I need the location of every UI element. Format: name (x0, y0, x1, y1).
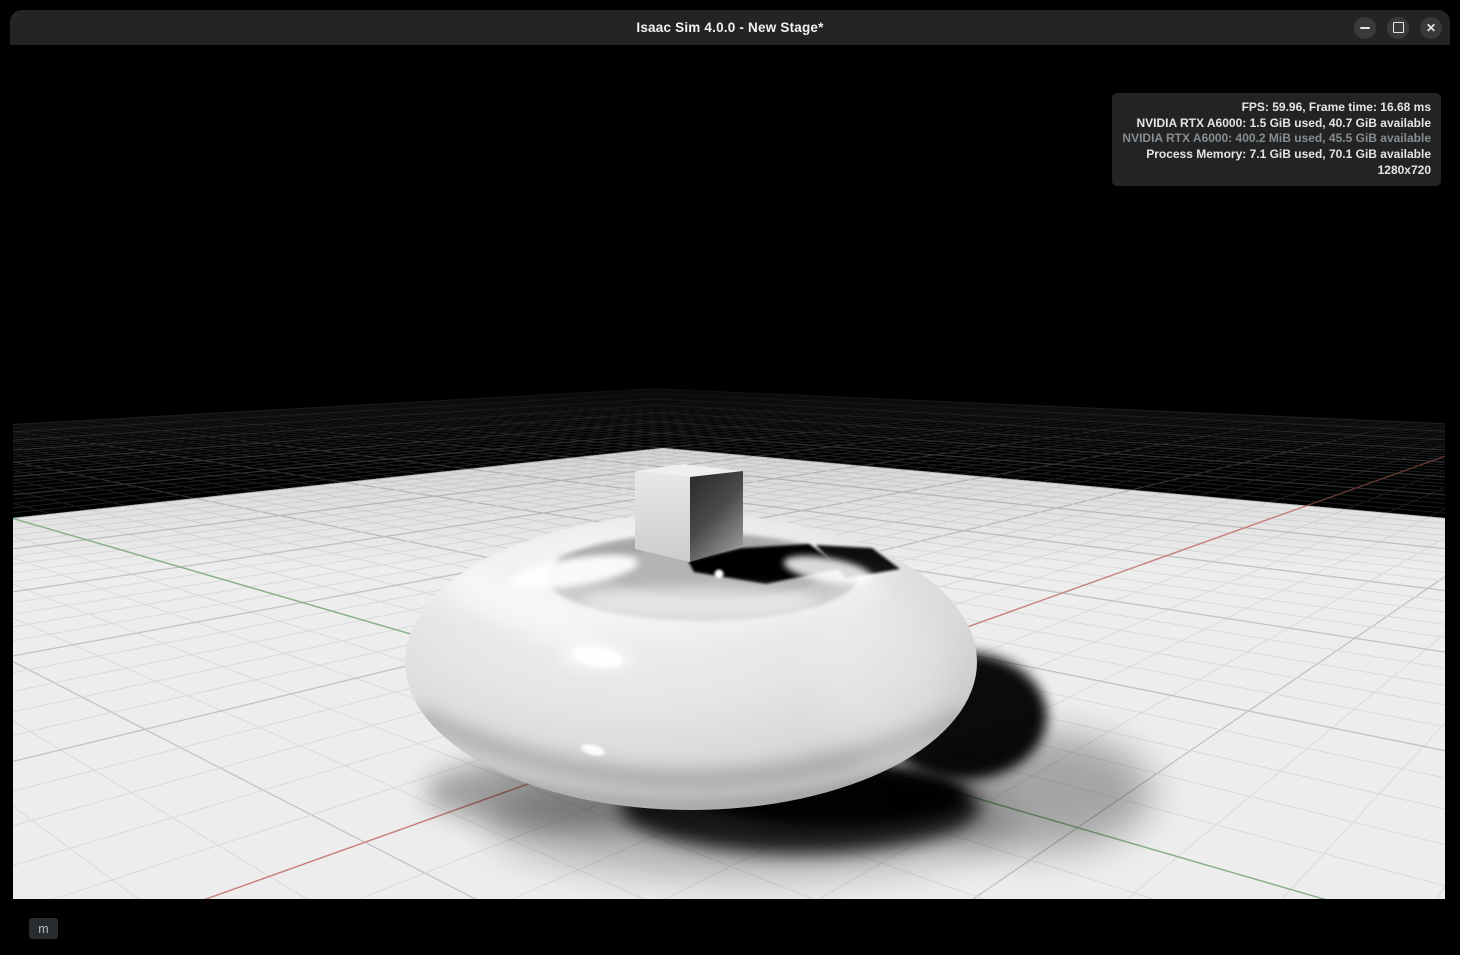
app-window: Isaac Sim 4.0.0 - New Stage* ✕ FPS: 59.9… (10, 10, 1450, 955)
stat-line: Process Memory: 7.1 GiB used, 70.1 GiB a… (1122, 147, 1431, 163)
stat-line: NVIDIA RTX A6000: 400.2 MiB used, 45.5 G… (1122, 131, 1431, 147)
window-title: Isaac Sim 4.0.0 - New Stage* (10, 10, 1450, 45)
unit-badge: m (29, 918, 58, 939)
maximize-button[interactable] (1387, 17, 1409, 39)
stat-line: 1280x720 (1122, 163, 1431, 179)
viewport: FPS: 59.96, Frame time: 16.68 msNVIDIA R… (10, 45, 1450, 955)
maximize-icon (1393, 22, 1404, 33)
cube-left-face (635, 471, 690, 562)
stat-line: FPS: 59.96, Frame time: 16.68 ms (1122, 100, 1431, 116)
close-icon: ✕ (1426, 22, 1436, 34)
minimize-icon (1360, 27, 1370, 29)
stats-overlay: FPS: 59.96, Frame time: 16.68 msNVIDIA R… (1112, 93, 1441, 186)
close-button[interactable]: ✕ (1420, 17, 1442, 39)
cube (635, 464, 743, 562)
title-bar[interactable]: Isaac Sim 4.0.0 - New Stage* ✕ (10, 10, 1450, 45)
window-controls: ✕ (1354, 17, 1442, 39)
minimize-button[interactable] (1354, 17, 1376, 39)
stat-line: NVIDIA RTX A6000: 1.5 GiB used, 40.7 GiB… (1122, 116, 1431, 132)
